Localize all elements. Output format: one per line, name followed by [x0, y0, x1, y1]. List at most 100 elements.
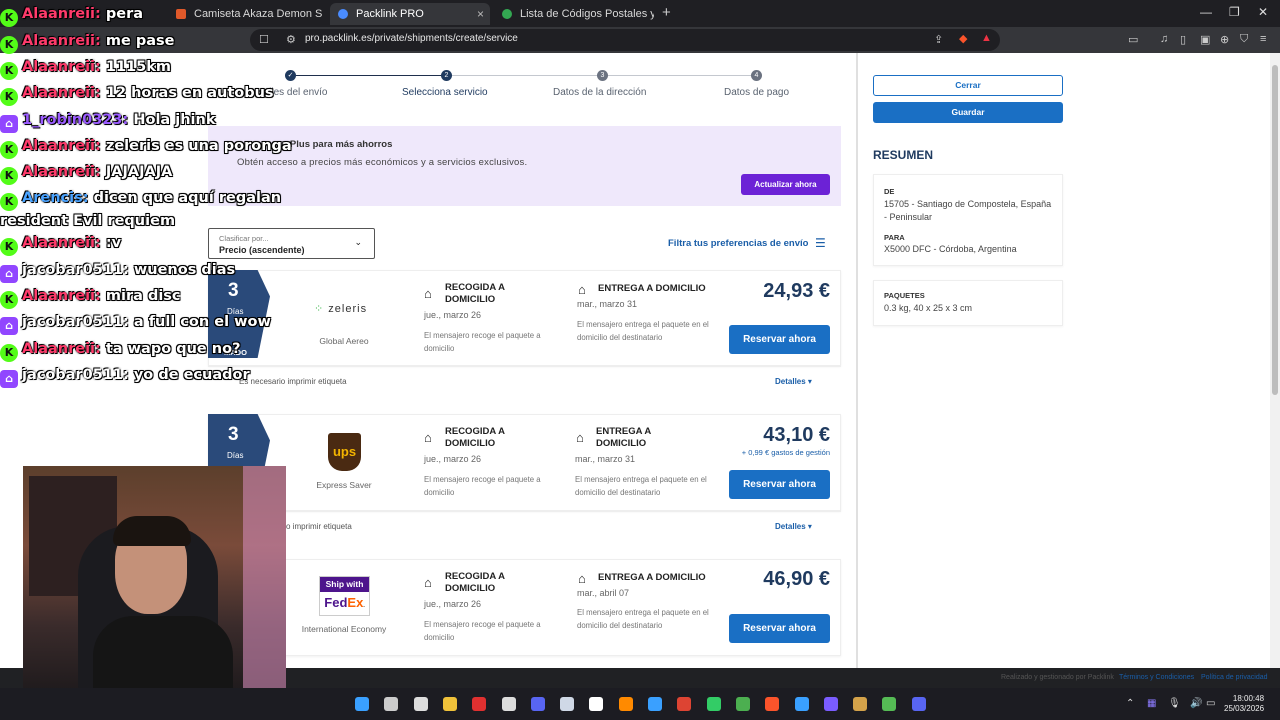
- terms-link[interactable]: Términos y Condiciones: [1119, 674, 1194, 681]
- chat-username: jacobar0511:: [22, 314, 129, 330]
- taskbar-app-icon[interactable]: [443, 697, 457, 711]
- chat-username: Alaanreii:: [22, 85, 101, 101]
- chat-text: me pase: [105, 33, 175, 49]
- taskbar-app-icon[interactable]: [502, 697, 516, 711]
- twitch-icon: ⌂: [0, 317, 18, 335]
- brave-shield-icon[interactable]: ◆: [959, 32, 967, 45]
- taskbar-app-icon[interactable]: [882, 697, 896, 711]
- taskbar-app-icon[interactable]: [414, 697, 428, 711]
- chat-message: ⌂ jacobar0511: yo de ecuador: [0, 366, 250, 388]
- close-tab-icon[interactable]: ×: [477, 3, 484, 25]
- site-info-icon[interactable]: ⚙: [286, 33, 296, 46]
- chat-text: a full con el wow: [133, 314, 271, 330]
- upgrade-now-button[interactable]: Actualizar ahora: [741, 174, 830, 195]
- pickup-date: jue., marzo 26: [424, 310, 482, 320]
- right-scrollbar[interactable]: [1270, 53, 1280, 668]
- taskbar-app-icon[interactable]: [677, 697, 691, 711]
- shield-icon[interactable]: ⛉: [1240, 33, 1248, 46]
- taskbar-app-icon[interactable]: [707, 697, 721, 711]
- price: 24,93 €: [763, 280, 830, 302]
- details-toggle[interactable]: Detalles ▾: [775, 522, 812, 531]
- taskbar-app-icon[interactable]: [531, 697, 545, 711]
- close-button[interactable]: Cerrar: [873, 75, 1063, 96]
- vpn-icon[interactable]: ⊕: [1220, 33, 1229, 46]
- bookmark-icon[interactable]: ☐: [259, 33, 269, 46]
- clock-time: 18:00:48: [1232, 694, 1265, 703]
- chat-text: pera: [105, 6, 144, 22]
- clock[interactable]: 18:00:48 25/03/2026: [1224, 694, 1264, 714]
- kick-icon: K: [0, 36, 18, 54]
- music-icon[interactable]: ♫: [1160, 33, 1168, 45]
- chat-text: ta wapo que no?: [105, 341, 241, 357]
- chat-username: Alaanreii:: [22, 164, 101, 180]
- tab-codigos-postales[interactable]: Lista de Códigos Postales y ZIP de Cc: [494, 3, 654, 25]
- search-icon[interactable]: [384, 697, 398, 711]
- privacy-link[interactable]: Política de privacidad: [1201, 674, 1268, 681]
- tab-packlink[interactable]: Packlink PRO ×: [330, 3, 490, 25]
- share-icon[interactable]: ⇪: [934, 33, 943, 46]
- sliders-icon[interactable]: ☰: [815, 236, 826, 250]
- chat-text: dicen que aquí regalan: [93, 190, 282, 206]
- pickup-date: jue., marzo 26: [424, 454, 482, 464]
- filter-preferences-link[interactable]: Filtra tus preferencias de envío: [668, 238, 808, 249]
- new-tab-button[interactable]: +: [662, 4, 671, 21]
- sort-select[interactable]: Clasificar por... Precio (ascendente) ⌄: [208, 228, 375, 259]
- taskbar-app-icon[interactable]: [795, 697, 809, 711]
- days-number: 3: [228, 424, 239, 445]
- chat-text: Hola jhink: [133, 112, 216, 128]
- wallet-icon[interactable]: ▣: [1200, 33, 1210, 46]
- house-icon: ⌂: [578, 571, 586, 586]
- main-scrollbar[interactable]: [856, 53, 858, 668]
- ups-logo: ups: [328, 433, 361, 471]
- taskbar-app-icon[interactable]: [824, 697, 838, 711]
- reserve-now-button[interactable]: Reservar ahora: [729, 470, 830, 499]
- chat-message: ⌂ jacobar0511: a full con el wow: [0, 313, 271, 335]
- speaker-icon[interactable]: 🔊: [1190, 698, 1202, 709]
- tray-chevron-icon[interactable]: ⌃: [1126, 698, 1134, 709]
- taskbar-app-icon[interactable]: [589, 697, 603, 711]
- management-fee: + 0,99 € gastos de gestión: [741, 448, 830, 457]
- menu-icon[interactable]: ≡: [1260, 33, 1266, 45]
- close-window-icon[interactable]: ✕: [1258, 5, 1268, 19]
- reserve-now-button[interactable]: Reservar ahora: [729, 614, 830, 643]
- tray-app-icon[interactable]: ▦: [1147, 698, 1156, 709]
- windows-start-icon[interactable]: [355, 697, 369, 711]
- kick-icon: K: [0, 238, 18, 256]
- pickup-desc: El mensajero recoge el paquete a domicil…: [424, 620, 541, 642]
- chat-text: mira disc: [105, 288, 181, 304]
- details-toggle[interactable]: Detalles ▾: [775, 377, 812, 386]
- tab-camiseta[interactable]: Camiseta Akaza Demon Slayer, Kime: [168, 3, 323, 25]
- reserve-now-button[interactable]: Reservar ahora: [729, 325, 830, 354]
- taskbar-app-icon[interactable]: [648, 697, 662, 711]
- from-label: DE: [884, 187, 895, 196]
- sidebar-icon[interactable]: ▭: [1128, 33, 1138, 46]
- fedex-ship-with: Ship with: [320, 577, 369, 592]
- taskbar-app-icon[interactable]: [853, 697, 867, 711]
- rewards-icon[interactable]: ▲: [981, 32, 992, 44]
- minimize-icon[interactable]: —: [1200, 5, 1212, 19]
- stepper-line: [296, 75, 444, 76]
- save-button[interactable]: Guardar: [873, 102, 1063, 123]
- label-note: o imprimir etiqueta: [286, 522, 352, 531]
- taskbar-app-icon[interactable]: [560, 697, 574, 711]
- taskbar-app-icon[interactable]: [619, 697, 633, 711]
- panel-icon[interactable]: ▯: [1180, 33, 1186, 46]
- browser-tab-strip: Camiseta Akaza Demon Slayer, Kime Packli…: [0, 0, 1280, 27]
- twitch-icon: ⌂: [0, 370, 18, 388]
- kick-icon: K: [0, 9, 18, 27]
- chat-username: Alaanreii:: [22, 138, 101, 154]
- url-text[interactable]: pro.packlink.es/private/shipments/create…: [305, 33, 518, 44]
- taskbar-app-icon[interactable]: [472, 697, 486, 711]
- sort-label: Clasificar por...: [219, 234, 269, 243]
- taskbar-app-icon[interactable]: [736, 697, 750, 711]
- price: 46,90 €: [763, 568, 830, 590]
- battery-icon[interactable]: ▭: [1206, 698, 1215, 709]
- to-value: X5000 DFC - Córdoba, Argentina: [884, 244, 1017, 254]
- maximize-icon[interactable]: ❐: [1229, 5, 1240, 19]
- taskbar-app-icon[interactable]: [912, 697, 926, 711]
- taskbar-app-icon[interactable]: [765, 697, 779, 711]
- step-number: 3: [597, 70, 608, 81]
- house-icon: ⌂: [424, 286, 432, 301]
- scrollbar-thumb[interactable]: [1272, 65, 1278, 395]
- mic-icon[interactable]: 🎙: [1168, 698, 1181, 709]
